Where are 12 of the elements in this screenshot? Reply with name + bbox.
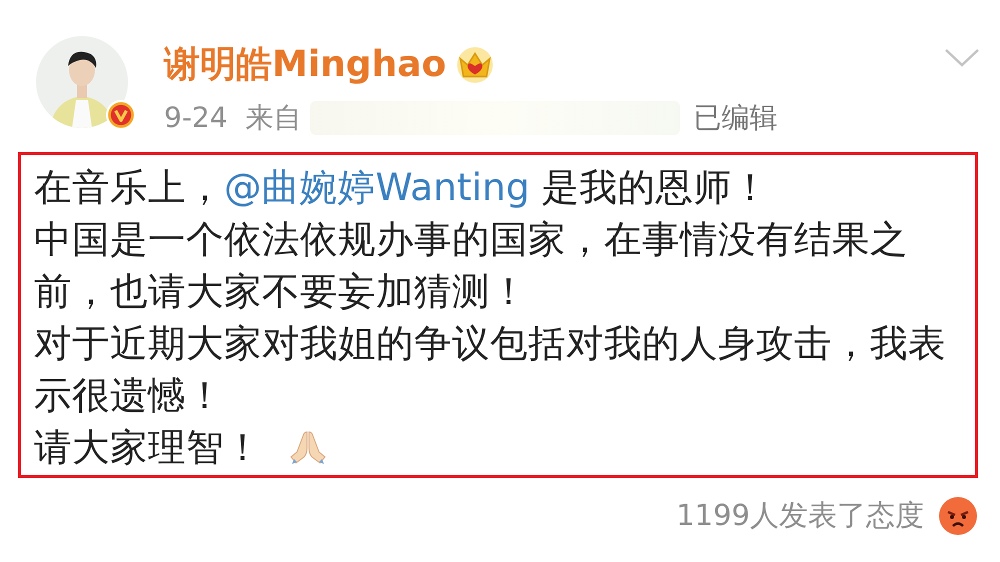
post-time: 9-24 [164, 100, 228, 136]
post-text: 对于近期大家对我姐的争议包括对我的人身攻击，我表示很遗憾！ [34, 320, 947, 419]
source-label: 来自 [246, 100, 302, 136]
post-text: 中国是一个依法依规办事的国家，在事情没有结果之前，也请大家不要妄加猜测！ [34, 216, 909, 315]
edited-label: 已编辑 [694, 100, 778, 136]
angry-face-icon[interactable] [938, 496, 978, 536]
user-name[interactable]: 谢明皓Minghao [164, 43, 446, 87]
praying-hands-icon [288, 430, 328, 464]
mention-link[interactable]: @曲婉婷Wanting [224, 165, 530, 209]
reaction-count[interactable]: 1199人发表了态度 [676, 496, 924, 536]
post-text: 请大家理智！ [34, 421, 959, 473]
post-text: 在音乐上，@曲婉婷Wanting 是我的恩师！ [34, 164, 771, 211]
